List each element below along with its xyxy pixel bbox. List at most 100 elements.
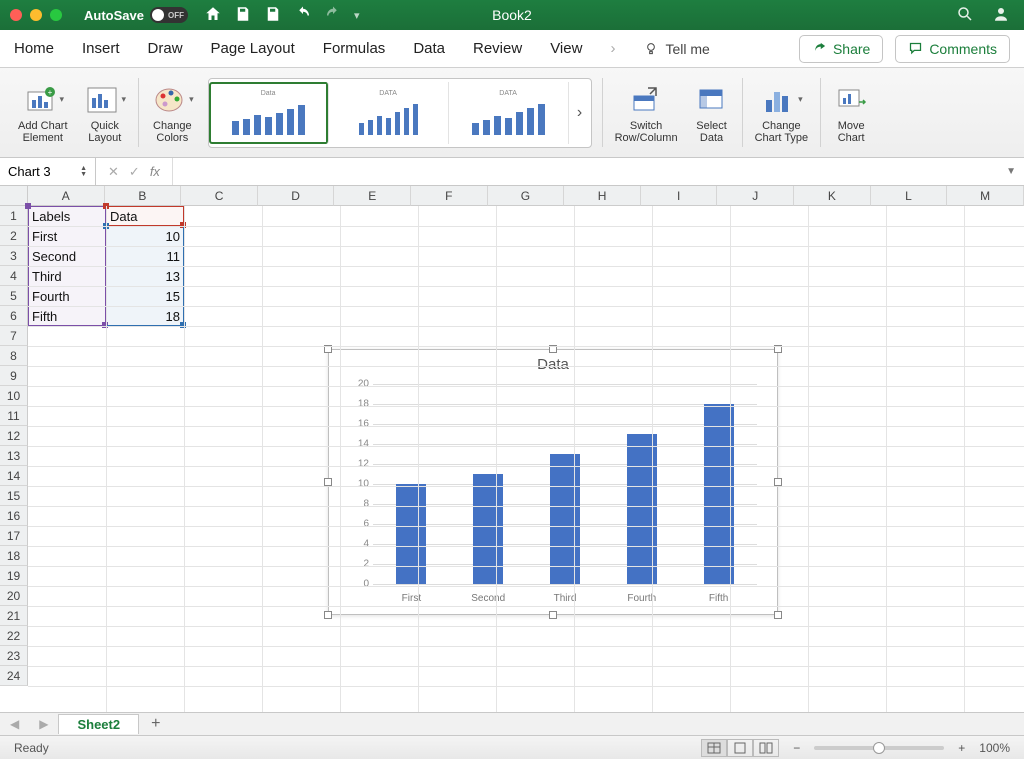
- minimize-window-icon[interactable]: [30, 9, 42, 21]
- gallery-next-icon[interactable]: ›: [569, 104, 591, 122]
- maximize-window-icon[interactable]: [50, 9, 62, 21]
- column-header[interactable]: L: [871, 186, 948, 206]
- row-header[interactable]: 4: [0, 266, 28, 286]
- chart-bar[interactable]: [473, 474, 503, 584]
- zoom-slider-knob[interactable]: [873, 742, 885, 754]
- tell-me-search[interactable]: Tell me: [643, 41, 709, 57]
- cell-A3[interactable]: Second: [28, 246, 106, 266]
- row-header[interactable]: 13: [0, 446, 28, 466]
- cell-B5[interactable]: 15: [106, 286, 184, 306]
- cancel-formula-icon[interactable]: ✕: [108, 164, 119, 180]
- row-header[interactable]: 11: [0, 406, 28, 426]
- cell-B1[interactable]: Data: [106, 206, 184, 226]
- comments-button[interactable]: Comments: [895, 35, 1010, 63]
- zoom-level[interactable]: 100%: [979, 741, 1010, 755]
- row-header[interactable]: 23: [0, 646, 28, 666]
- cell-B6[interactable]: 18: [106, 306, 184, 326]
- row-header[interactable]: 21: [0, 606, 28, 626]
- row-header[interactable]: 6: [0, 306, 28, 326]
- save-icon[interactable]: [234, 5, 252, 26]
- chart-styles-gallery[interactable]: Data DATA DATA ›: [208, 78, 592, 148]
- share-button[interactable]: Share: [799, 35, 883, 63]
- row-header[interactable]: 16: [0, 506, 28, 526]
- add-chart-element-button[interactable]: +▾ Add Chart Element: [10, 72, 76, 153]
- cell-A1[interactable]: Labels: [28, 206, 106, 226]
- chart-style-2[interactable]: DATA: [329, 82, 449, 144]
- chart-resize-handle[interactable]: [324, 611, 332, 619]
- sheet-nav-next-icon[interactable]: ▶: [29, 717, 58, 731]
- move-chart-button[interactable]: Move Chart: [825, 72, 877, 153]
- column-header[interactable]: B: [105, 186, 182, 206]
- chart-style-3[interactable]: DATA: [449, 82, 569, 144]
- column-header[interactable]: M: [947, 186, 1024, 206]
- embedded-chart[interactable]: Data 02468101214161820FirstSecondThirdFo…: [328, 349, 778, 615]
- search-icon[interactable]: [956, 5, 974, 26]
- cell-A4[interactable]: Third: [28, 266, 106, 286]
- row-header[interactable]: 10: [0, 386, 28, 406]
- qat-customize-icon[interactable]: ▾: [354, 9, 360, 22]
- column-header[interactable]: A: [28, 186, 105, 206]
- chart-resize-handle[interactable]: [774, 478, 782, 486]
- page-layout-view-button[interactable]: [727, 739, 753, 757]
- row-header[interactable]: 24: [0, 666, 28, 686]
- chart-title[interactable]: Data: [329, 350, 777, 379]
- change-chart-type-button[interactable]: ▾ Change Chart Type: [747, 72, 817, 153]
- column-header[interactable]: G: [488, 186, 565, 206]
- account-icon[interactable]: [992, 5, 1010, 26]
- fx-icon[interactable]: fx: [150, 164, 160, 179]
- column-header[interactable]: F: [411, 186, 488, 206]
- add-sheet-button[interactable]: +: [151, 715, 160, 733]
- row-header[interactable]: 15: [0, 486, 28, 506]
- namebox-stepper[interactable]: ▲▼: [80, 166, 87, 178]
- tab-review[interactable]: Review: [473, 40, 522, 57]
- cell-A2[interactable]: First: [28, 226, 106, 246]
- row-header[interactable]: 7: [0, 326, 28, 346]
- row-header[interactable]: 2: [0, 226, 28, 246]
- normal-view-button[interactable]: [701, 739, 727, 757]
- zoom-slider[interactable]: [814, 746, 944, 750]
- row-header[interactable]: 14: [0, 466, 28, 486]
- tab-view[interactable]: View: [550, 40, 582, 57]
- redo-icon[interactable]: [324, 5, 342, 26]
- autosave-switch[interactable]: OFF: [150, 7, 188, 23]
- tab-formulas[interactable]: Formulas: [323, 40, 386, 57]
- cell-B3[interactable]: 11: [106, 246, 184, 266]
- tab-insert[interactable]: Insert: [82, 40, 120, 57]
- change-colors-button[interactable]: ▾ Change Colors: [143, 72, 202, 153]
- undo-icon[interactable]: [294, 5, 312, 26]
- tab-data[interactable]: Data: [413, 40, 445, 57]
- zoom-in-button[interactable]: +: [958, 741, 965, 755]
- formula-bar-expand-icon[interactable]: ▼: [1006, 166, 1024, 177]
- autosave-toggle[interactable]: AutoSave OFF: [84, 7, 188, 23]
- row-header[interactable]: 8: [0, 346, 28, 366]
- row-header[interactable]: 1: [0, 206, 28, 226]
- column-header[interactable]: D: [258, 186, 335, 206]
- select-all-corner[interactable]: [0, 186, 28, 206]
- zoom-out-button[interactable]: −: [793, 741, 800, 755]
- switch-row-column-button[interactable]: Switch Row/Column: [607, 72, 686, 153]
- column-header[interactable]: I: [641, 186, 718, 206]
- tab-home[interactable]: Home: [14, 40, 54, 57]
- column-header[interactable]: J: [717, 186, 794, 206]
- more-tabs-icon[interactable]: ›: [610, 40, 615, 57]
- chart-resize-handle[interactable]: [774, 611, 782, 619]
- cell-A6[interactable]: Fifth: [28, 306, 106, 326]
- cell-B2[interactable]: 10: [106, 226, 184, 246]
- column-header[interactable]: E: [334, 186, 411, 206]
- chart-bar[interactable]: [550, 454, 580, 584]
- cell-B4[interactable]: 13: [106, 266, 184, 286]
- row-header[interactable]: 17: [0, 526, 28, 546]
- row-header[interactable]: 19: [0, 566, 28, 586]
- tab-draw[interactable]: Draw: [148, 40, 183, 57]
- close-window-icon[interactable]: [10, 9, 22, 21]
- chart-bar[interactable]: [396, 484, 426, 584]
- column-header[interactable]: C: [181, 186, 258, 206]
- row-header[interactable]: 20: [0, 586, 28, 606]
- chart-plot-area[interactable]: 02468101214161820FirstSecondThirdFourthF…: [373, 384, 757, 584]
- column-header[interactable]: H: [564, 186, 641, 206]
- chart-style-1[interactable]: Data: [209, 82, 329, 144]
- home-icon[interactable]: [204, 5, 222, 26]
- row-header[interactable]: 3: [0, 246, 28, 266]
- formula-input[interactable]: [172, 158, 1006, 185]
- save-as-icon[interactable]: [264, 5, 282, 26]
